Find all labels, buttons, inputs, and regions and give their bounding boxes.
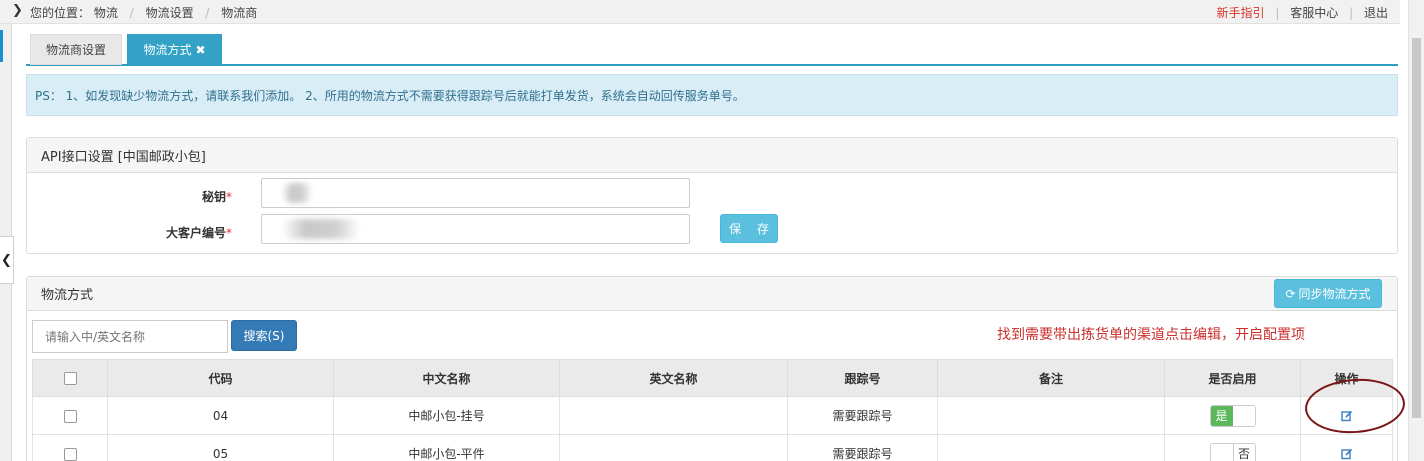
left-sidebar-strip [0, 0, 12, 461]
app-frame: ❮ ❯ 您的位置： 物流 / 物流设置 / 物流商 新手指引 | 客服中心 | … [0, 0, 1424, 461]
cell-code: 05 [107, 434, 334, 461]
cell-tracking: 需要跟踪号 [787, 396, 938, 435]
redacted-blur [282, 183, 312, 203]
row-checkbox[interactable] [63, 447, 77, 461]
sync-shipping-methods-button[interactable]: ⟳ 同步物流方式 [1274, 279, 1382, 308]
info-notice: PS： 1、如发现缺少物流方式，请联系我们添加。 2、所用的物流方式不需要获得跟… [26, 74, 1398, 116]
shipping-methods-panel: 物流方式 ⟳ 同步物流方式 搜索(S) 找到需要带出拣货单的渠道点击编辑，开启配… [26, 276, 1398, 461]
cell-enabled: 是 [1164, 396, 1301, 435]
field-label-text: 大客户编号 [165, 226, 226, 240]
toggle-label: 否 [1232, 443, 1255, 461]
customer-number-label: 大客户编号* [27, 224, 232, 241]
column-cn-name[interactable]: 中文名称 [333, 359, 560, 397]
breadcrumb-separator: / [129, 6, 134, 20]
cell-enabled: 否 [1164, 434, 1301, 461]
tab-bar: 物流商设置 物流方式 ✖ [26, 34, 1398, 66]
cell-remark [937, 434, 1165, 461]
toggle-label: 是 [1210, 405, 1233, 426]
close-icon[interactable]: ✖ [195, 43, 205, 57]
shipping-methods-table: 代码 中文名称 英文名称 跟踪号 备注 是否启用 操作 04 中邮小包-挂号 需… [32, 359, 1393, 461]
table-row: 04 中邮小包-挂号 需要跟踪号 是 [32, 396, 1393, 435]
search-input[interactable] [32, 320, 228, 353]
top-links: 新手指引 | 客服中心 | 退出 [1217, 4, 1388, 21]
tab-label: 物流方式 [143, 43, 192, 57]
search-button[interactable]: 搜索(S) [231, 320, 297, 351]
notice-text: PS： 1、如发现缺少物流方式，请联系我们添加。 2、所用的物流方式不需要获得跟… [35, 88, 745, 103]
column-tracking[interactable]: 跟踪号 [787, 359, 938, 397]
panel-title: 物流方式 ⟳ 同步物流方式 [27, 277, 1397, 311]
enabled-toggle[interactable]: 否 [1209, 442, 1256, 461]
table-header-row: 代码 中文名称 英文名称 跟踪号 备注 是否启用 操作 [32, 359, 1393, 397]
cell-tracking: 需要跟踪号 [787, 434, 938, 461]
top-link-separator: | [1275, 6, 1280, 20]
cell-code: 04 [107, 396, 334, 435]
sidebar-active-accent [0, 30, 3, 62]
column-remark[interactable]: 备注 [937, 359, 1165, 397]
toggle-knob [1232, 405, 1255, 426]
tab-shipping-methods[interactable]: 物流方式 ✖ [127, 34, 222, 65]
cell-remark [937, 396, 1165, 435]
scrollbar-thumb[interactable] [1412, 38, 1421, 418]
save-button[interactable]: 保 存 [720, 214, 778, 243]
sync-button-label: 同步物流方式 [1298, 287, 1371, 301]
tab-label: 物流商设置 [45, 43, 106, 57]
cell-cn-name: 中邮小包-挂号 [333, 396, 560, 435]
required-mark: * [226, 226, 232, 240]
cell-actions [1300, 434, 1393, 461]
row-select-cell [32, 396, 108, 435]
column-enabled[interactable]: 是否启用 [1164, 359, 1301, 397]
required-mark: * [226, 190, 232, 204]
shipping-panel-title: 物流方式 [41, 288, 94, 303]
cell-cn-name: 中邮小包-平件 [333, 434, 560, 461]
sidebar-toggle-button[interactable]: ❮ [0, 236, 14, 284]
row-checkbox[interactable] [63, 409, 77, 423]
annotation-text: 找到需要带出拣货单的渠道点击编辑，开启配置项 [997, 327, 1305, 343]
redacted-blur [282, 219, 360, 239]
select-all-checkbox[interactable] [63, 372, 77, 385]
api-panel-title: API接口设置 [中国邮政小包] [41, 149, 206, 165]
refresh-icon: ⟳ [1285, 286, 1296, 301]
breadcrumb-prefix: 您的位置： [30, 6, 91, 20]
toggle-knob [1210, 443, 1233, 461]
top-bar: ❯ 您的位置： 物流 / 物流设置 / 物流商 新手指引 | 客服中心 | 退出 [0, 0, 1400, 24]
cell-en-name [559, 396, 788, 435]
logout-link[interactable]: 退出 [1364, 6, 1388, 20]
api-settings-panel: API接口设置 [中国邮政小包] 秘钥* 大客户编号* 保 存 [26, 137, 1398, 254]
breadcrumb-item-logistics[interactable]: 物流 [94, 6, 118, 20]
chevron-left-icon: ❮ [1, 252, 12, 268]
chevron-right-icon: ❯ [12, 3, 23, 18]
breadcrumb-item-carrier: 物流商 [221, 6, 258, 20]
breadcrumb-item-logistics-settings[interactable]: 物流设置 [146, 6, 194, 20]
field-label-text: 秘钥 [201, 190, 226, 204]
table-row: 05 中邮小包-平件 需要跟踪号 否 [32, 434, 1393, 461]
select-all-cell [32, 359, 108, 397]
breadcrumb: 您的位置： 物流 / 物流设置 / 物流商 [30, 4, 257, 21]
column-en-name[interactable]: 英文名称 [559, 359, 788, 397]
guide-link[interactable]: 新手指引 [1217, 6, 1265, 20]
cell-en-name [559, 434, 788, 461]
panel-title: API接口设置 [中国邮政小包] [27, 138, 1397, 173]
edit-icon[interactable] [1340, 448, 1353, 460]
service-center-link[interactable]: 客服中心 [1290, 6, 1338, 20]
customer-number-input[interactable] [261, 214, 690, 244]
breadcrumb-separator: / [205, 6, 210, 20]
secret-key-input[interactable] [261, 178, 690, 208]
column-code[interactable]: 代码 [107, 359, 334, 397]
vertical-scrollbar[interactable] [1408, 0, 1424, 461]
tab-carrier-settings[interactable]: 物流商设置 [30, 34, 122, 65]
row-select-cell [32, 434, 108, 461]
top-link-separator: | [1349, 6, 1354, 20]
secret-key-label: 秘钥* [27, 188, 232, 205]
enabled-toggle[interactable]: 是 [1209, 404, 1256, 427]
